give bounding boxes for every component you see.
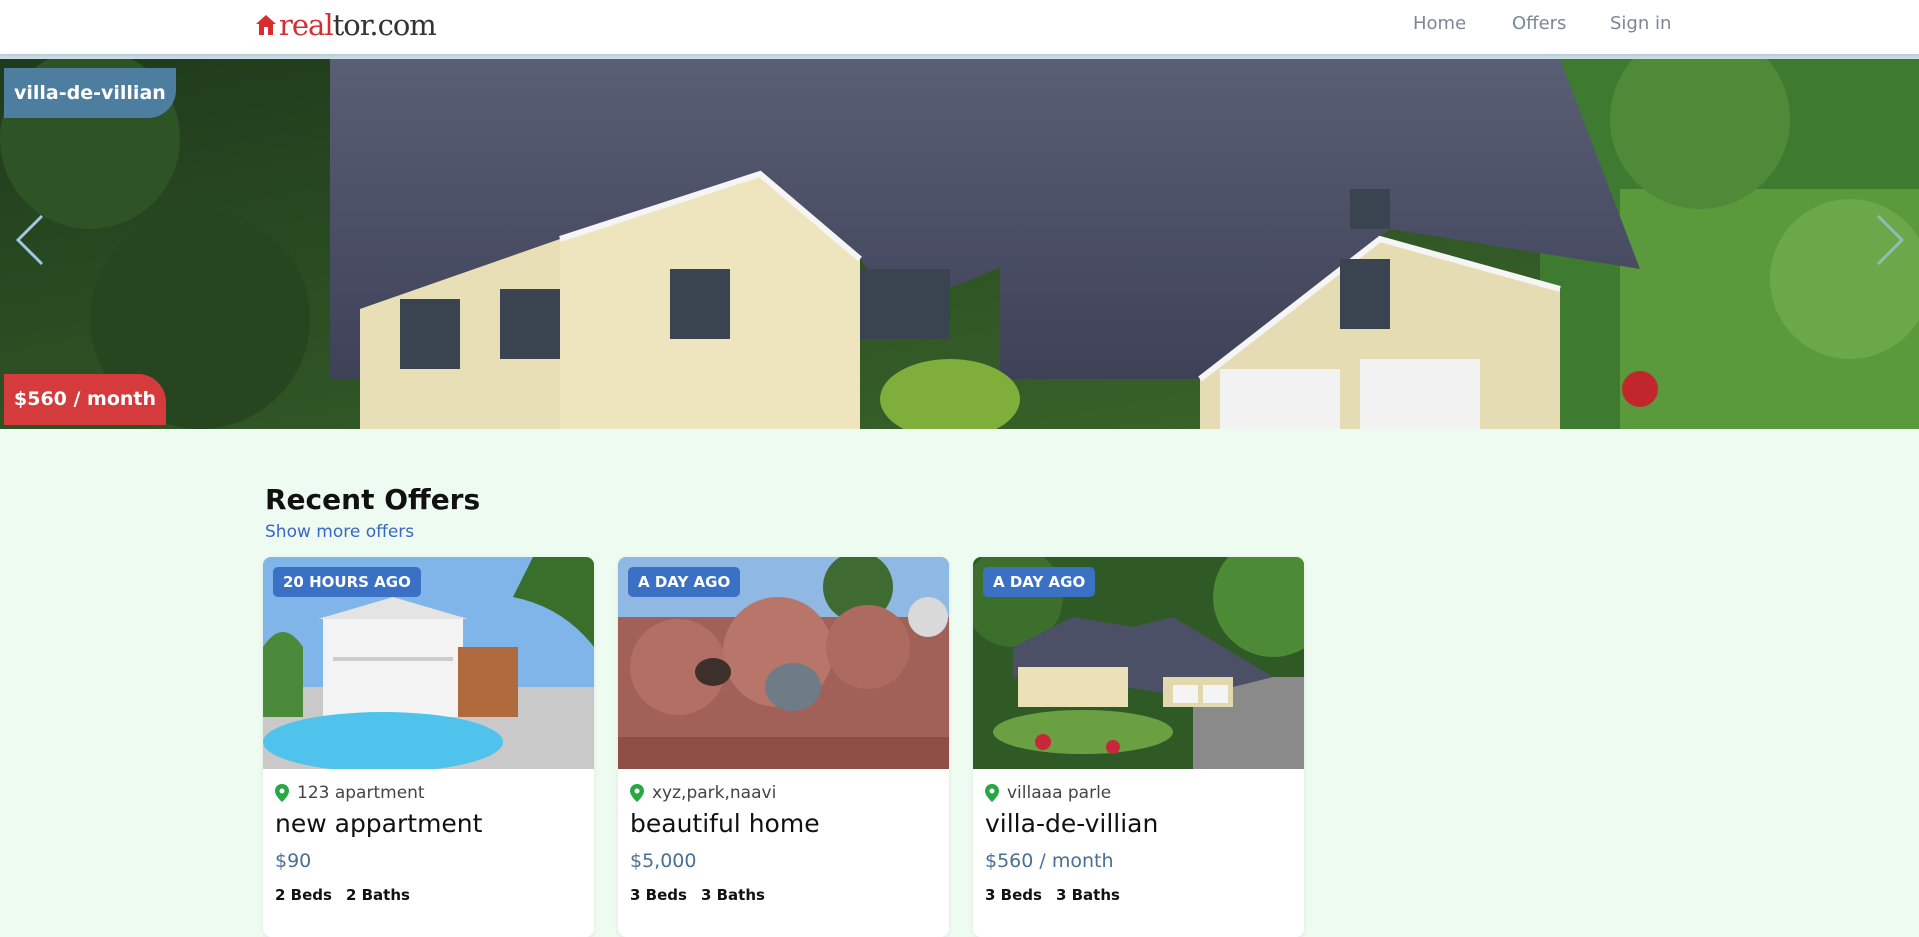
logo-text-tor: tor.com [332,8,437,42]
offer-beds: 3 Beds [630,886,687,904]
chevron-left-icon[interactable] [10,210,50,270]
offer-baths: 2 Baths [345,886,410,904]
realtor-logo[interactable]: realtor.com [255,8,437,42]
show-more-offers-link[interactable]: Show more offers [265,522,414,542]
hero-property-price: $560 / month [4,374,167,425]
section-title: Recent Offers [265,483,481,516]
hero-property-name[interactable]: villa-de-villian [4,68,176,118]
nav-signin-link[interactable]: Sign in [1610,13,1671,34]
time-badge: 20 HOURS AGO [273,567,421,597]
chevron-right-icon[interactable] [1870,210,1910,270]
offer-price: $560 / month [985,850,1114,872]
offer-address: 123 apartment [297,783,425,803]
logo-text-real: real [279,8,334,42]
nav-home-link[interactable]: Home [1413,13,1466,34]
offer-name: beautiful home [630,809,820,838]
time-badge: A DAY AGO [628,567,741,597]
offer-name: villa-de-villian [985,809,1159,838]
nav-offers-link[interactable]: Offers [1512,13,1566,34]
offer-card[interactable]: A DAY AGO villaaa parle villa-de-villian… [973,557,1304,937]
offer-beds: 3 Beds [985,886,1042,904]
offer-price: $90 [275,850,312,872]
offer-card[interactable]: A DAY AGO xyz,park,naavi beautiful home … [618,557,949,937]
offer-beds: 2 Beds [275,886,332,904]
offer-image: A DAY AGO [618,557,949,769]
hero-house-image [0,59,1919,429]
house-icon [256,15,276,35]
offer-price: $5,000 [630,850,697,872]
offer-address: xyz,park,naavi [652,783,777,803]
location-pin-icon [985,784,999,802]
offer-card[interactable]: 20 HOURS AGO 123 apartment new appartmen… [263,557,594,937]
offer-address: villaaa parle [1007,783,1112,803]
offer-name: new appartment [275,809,483,838]
offer-image: A DAY AGO [973,557,1304,769]
offer-baths: 3 Baths [1055,886,1120,904]
offer-image: 20 HOURS AGO [263,557,594,769]
hero-slider[interactable] [0,59,1919,429]
location-pin-icon [275,784,289,802]
location-pin-icon [630,784,644,802]
site-header: realtor.com Home Offers Sign in [0,0,1919,54]
offer-baths: 3 Baths [700,886,765,904]
time-badge: A DAY AGO [983,567,1096,597]
